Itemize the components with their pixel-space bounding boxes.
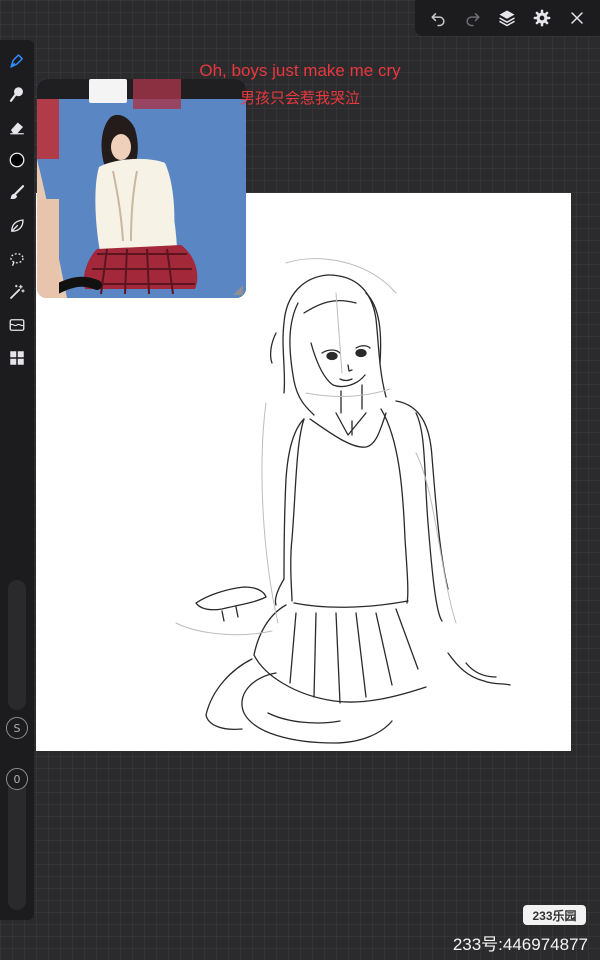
eraser-tool[interactable]	[4, 114, 30, 140]
top-toolbar	[415, 0, 600, 36]
brush-icon	[10, 185, 25, 199]
lasso-icon	[10, 253, 24, 267]
undo-icon	[431, 13, 445, 27]
reference-image	[37, 79, 246, 298]
color-icon	[9, 152, 25, 168]
size-slider-knob[interactable]: S	[6, 717, 28, 739]
adjust-icon	[9, 319, 25, 331]
grid-icon	[10, 351, 24, 365]
watermark-id: 233号:446974877	[452, 935, 588, 954]
opacity-slider-knob[interactable]: 0	[6, 768, 28, 790]
close-button[interactable]	[563, 4, 591, 32]
layers-icon	[499, 10, 516, 27]
redo-button[interactable]	[459, 4, 487, 32]
brush-tool[interactable]	[4, 180, 30, 206]
english-caption: Oh, boys just make me cry	[199, 61, 401, 80]
lasso-tool[interactable]	[4, 246, 30, 272]
close-icon	[570, 12, 583, 24]
layers-button[interactable]	[493, 4, 521, 32]
adjust-tool[interactable]	[4, 312, 30, 338]
left-toolbar: S 0	[0, 40, 34, 920]
watermark-logo: 233乐园	[523, 905, 586, 925]
magic-wand-icon	[10, 284, 25, 299]
resize-handle-icon[interactable]	[233, 285, 243, 295]
settings-icon	[533, 9, 551, 27]
leaf-icon	[11, 219, 24, 232]
grid-tool[interactable]	[4, 345, 30, 371]
undo-button[interactable]	[424, 4, 452, 32]
magic-wand-tool[interactable]	[4, 279, 30, 305]
redo-icon	[466, 13, 480, 27]
reference-window[interactable]	[37, 79, 246, 298]
chinese-caption: 男孩只会惹我哭泣	[239, 89, 360, 107]
eraser-icon	[10, 122, 24, 135]
leaf-tool[interactable]	[4, 213, 30, 239]
size-slider[interactable]	[8, 580, 26, 710]
color-picker[interactable]	[4, 147, 30, 173]
settings-button[interactable]	[528, 4, 556, 32]
